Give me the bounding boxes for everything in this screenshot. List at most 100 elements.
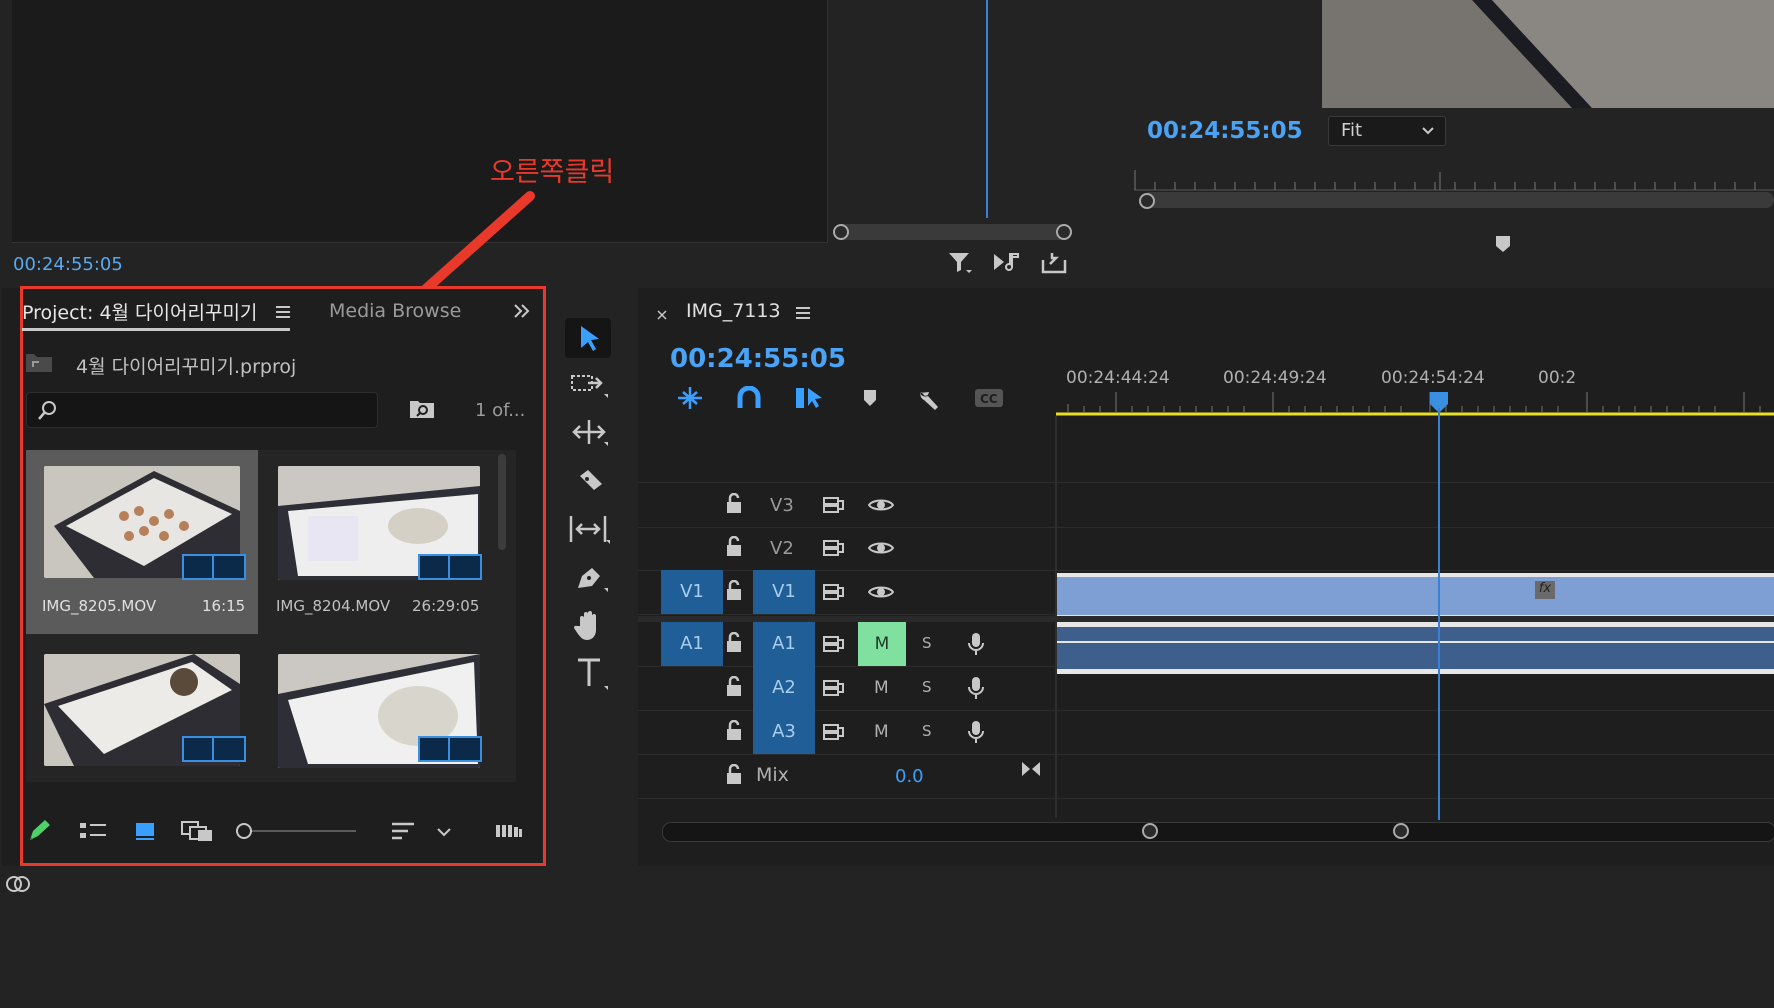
audio-badge-icon — [212, 554, 246, 580]
chevron-down-icon[interactable] — [436, 824, 452, 843]
sync-lock-icon[interactable] — [822, 678, 846, 702]
tab-project[interactable]: Project: 4월 다이어리꾸미기 — [22, 298, 257, 325]
timeline-scroll-handle-left[interactable] — [1142, 823, 1158, 839]
clip-tile-2[interactable]: IMG_8204.MOV 26:29:05 — [262, 450, 494, 634]
video-clip[interactable]: fx — [1057, 573, 1774, 619]
track-target-a3[interactable]: A3 — [753, 710, 815, 754]
program-zoom-handle[interactable] — [1139, 193, 1155, 209]
mute-button-a3[interactable]: M — [874, 722, 889, 742]
marker-icon[interactable] — [1494, 234, 1512, 258]
nest-toggle-icon[interactable] — [676, 385, 704, 415]
zoom-level-select[interactable]: Fit — [1328, 116, 1446, 146]
pen-tool[interactable] — [572, 560, 608, 598]
source-timecode[interactable]: 00:24:55:05 — [13, 254, 123, 275]
track-target-v1[interactable]: V1 — [753, 570, 815, 614]
clip-grid: IMG_8205.MOV 16:15 IMG_8204.MOV 26:29:05 — [26, 450, 516, 782]
list-view-icon[interactable] — [78, 820, 108, 846]
source-track-v1[interactable]: V1 — [661, 570, 723, 614]
find-bin-icon[interactable] — [408, 398, 436, 424]
slider-knob[interactable] — [236, 823, 252, 839]
sequence-tab[interactable]: IMG_7113 — [686, 300, 781, 322]
close-icon[interactable] — [656, 306, 668, 325]
lock-icon[interactable] — [724, 631, 744, 658]
sort-icon[interactable] — [390, 820, 416, 846]
solo-button-a2[interactable]: S — [922, 678, 932, 696]
ruler-label: 00:2 — [1538, 368, 1577, 388]
clip-tile-3[interactable] — [26, 640, 258, 782]
microphone-icon[interactable] — [966, 719, 986, 749]
microphone-icon[interactable] — [966, 631, 986, 661]
track-target-a2[interactable]: A2 — [753, 666, 815, 710]
tab-menu-icon[interactable] — [274, 304, 292, 324]
solo-button-a1[interactable]: S — [922, 634, 932, 652]
add-marker-icon[interactable] — [862, 388, 878, 412]
source-zoom-scrollbar[interactable] — [834, 224, 1072, 240]
program-zoom-scrollbar[interactable] — [1142, 192, 1774, 208]
linked-selection-icon[interactable] — [794, 384, 824, 416]
lock-icon[interactable] — [724, 492, 744, 519]
mix-pan-icon[interactable] — [1020, 759, 1042, 783]
sync-lock-icon[interactable] — [822, 634, 846, 658]
lock-icon[interactable] — [724, 763, 744, 790]
insert-audio-icon[interactable] — [992, 250, 1022, 280]
mix-value[interactable]: 0.0 — [895, 766, 924, 787]
mix-track: Mix 0.0 — [638, 754, 1774, 799]
solo-button-a3[interactable]: S — [922, 722, 932, 740]
status-bar — [0, 870, 1774, 1008]
folder-up-icon[interactable] — [24, 350, 54, 378]
double-chevron-right-icon[interactable] — [512, 301, 532, 325]
icon-view-icon[interactable] — [134, 820, 156, 846]
eye-icon[interactable] — [867, 583, 895, 605]
source-playhead-line — [986, 0, 988, 218]
razor-tool[interactable] — [572, 466, 608, 502]
clip-tile-4[interactable] — [262, 640, 494, 782]
lock-icon[interactable] — [724, 535, 744, 562]
clip-tile-1[interactable]: IMG_8205.MOV 16:15 — [26, 450, 258, 634]
clip-duration: 16:15 — [202, 597, 246, 615]
sync-lock-icon[interactable] — [822, 582, 846, 606]
creative-cloud-icon[interactable] — [4, 870, 34, 898]
timeline-scroll-handle-right[interactable] — [1393, 823, 1409, 839]
wrench-icon[interactable] — [916, 385, 942, 415]
freeform-view-icon[interactable] — [180, 818, 214, 848]
source-track-a1[interactable]: A1 — [661, 622, 723, 666]
lock-icon[interactable] — [724, 579, 744, 606]
mute-button-a2[interactable]: M — [874, 678, 889, 698]
tools-panel — [548, 288, 630, 866]
slip-tool[interactable] — [568, 512, 612, 550]
selection-tool[interactable] — [565, 318, 611, 358]
timeline-menu-icon[interactable] — [794, 305, 812, 325]
eye-icon[interactable] — [867, 496, 895, 518]
track-select-tool[interactable] — [570, 370, 610, 404]
program-timecode[interactable]: 00:24:55:05 — [1147, 118, 1303, 144]
track-target-a1[interactable]: A1 — [753, 622, 815, 666]
tab-media-browser[interactable]: Media Browser — [329, 300, 461, 322]
video-badge-icon — [418, 736, 452, 762]
captions-icon[interactable]: CC — [974, 388, 1004, 412]
filter-icon[interactable] — [947, 250, 973, 280]
program-time-ruler[interactable] — [1134, 170, 1774, 192]
timeline-timecode[interactable]: 00:24:55:05 — [670, 344, 846, 374]
sync-lock-icon[interactable] — [822, 722, 846, 746]
sync-lock-icon[interactable] — [822, 538, 846, 562]
thumbnail-size-slider[interactable] — [236, 822, 358, 840]
ripple-edit-tool[interactable] — [570, 416, 610, 452]
automate-to-sequence-icon[interactable] — [494, 822, 524, 844]
eye-icon[interactable] — [867, 539, 895, 561]
export-frame-icon[interactable] — [1040, 250, 1068, 280]
snap-icon[interactable] — [736, 385, 762, 414]
clip-grid-scrollbar[interactable] — [498, 454, 506, 550]
source-zoom-handle-left[interactable] — [833, 224, 849, 240]
timeline-scrollbar[interactable] — [662, 822, 1774, 842]
type-tool[interactable] — [574, 656, 610, 696]
pencil-icon[interactable] — [26, 818, 52, 848]
hand-tool[interactable] — [572, 608, 608, 646]
lock-icon[interactable] — [724, 675, 744, 702]
search-input[interactable] — [26, 392, 378, 428]
sync-lock-icon[interactable] — [822, 495, 846, 519]
lock-icon[interactable] — [724, 719, 744, 746]
mute-button-a1[interactable]: M — [858, 622, 906, 666]
time-ruler[interactable]: 00:24:44:24 00:24:49:24 00:24:54:24 00:2 — [1056, 366, 1774, 416]
microphone-icon[interactable] — [966, 675, 986, 705]
source-zoom-handle-right[interactable] — [1056, 224, 1072, 240]
